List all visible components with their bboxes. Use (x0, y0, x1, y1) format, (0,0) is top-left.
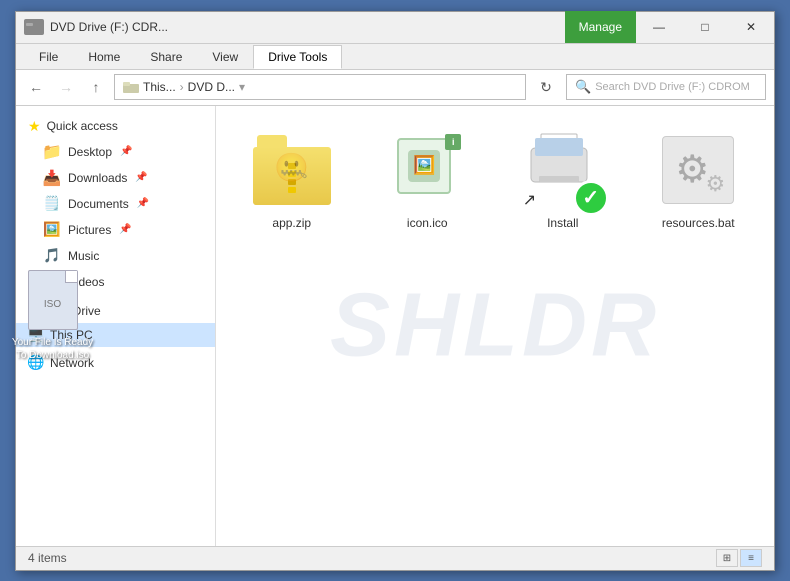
pictures-folder-icon: 🖼️ (44, 222, 60, 238)
sidebar-item-documents[interactable]: 🗒️ Documents 📌 (16, 191, 215, 217)
address-bar: ← → ↑ This... › DVD D... ▾ ↻ 🔍 Search DV… (16, 70, 774, 106)
content-area: SHLDR (216, 106, 774, 546)
view-toggles: ⊞ ≡ (716, 549, 762, 567)
breadcrumb-1[interactable]: This... (143, 80, 176, 94)
search-placeholder: Search DVD Drive (F:) CDROM (595, 81, 750, 93)
iso-file-label: Your File Is Ready To Download.iso (10, 336, 95, 362)
refresh-button[interactable]: ↻ (532, 73, 560, 101)
file-item-appzip[interactable]: 🤐 app.zip (232, 122, 352, 238)
quick-access-icon: ★ (28, 118, 41, 135)
downloads-folder-icon: 📥 (44, 170, 60, 186)
sidebar-music-label: Music (68, 249, 99, 263)
install-filename: Install (547, 216, 578, 230)
back-button[interactable]: ← (24, 75, 48, 99)
sidebar-documents-label: Documents (68, 197, 129, 211)
window-title: DVD Drive (F:) CDR... (50, 20, 168, 34)
desktop-file[interactable]: ISO Your File Is Ready To Download.iso (10, 270, 95, 362)
explorer-window: DVD Drive (F:) CDR... Manage — □ ✕ File … (15, 11, 775, 571)
sidebar-downloads-label: Downloads (68, 171, 127, 185)
iso-file-icon: ISO (28, 270, 78, 330)
breadcrumb-separator: › (180, 80, 184, 94)
gear-small-icon: ⚙ (706, 171, 726, 197)
tab-home[interactable]: Home (73, 45, 135, 69)
pictures-pin-icon: 📌 (119, 224, 131, 235)
view-toggle-grid[interactable]: ⊞ (716, 549, 738, 567)
title-bar: DVD Drive (F:) CDR... Manage — □ ✕ (16, 12, 774, 44)
search-icon: 🔍 (575, 79, 591, 95)
window-controls: — □ ✕ (636, 12, 774, 43)
check-badge-icon: ✓ (573, 180, 609, 216)
install-icon-wrap: ↗ ✓ (523, 130, 603, 210)
maximize-button[interactable]: □ (682, 11, 728, 43)
sidebar-item-music[interactable]: 🎵 Music (16, 243, 215, 269)
file-item-resourcesbat[interactable]: ⚙ ⚙ resources.bat (639, 122, 759, 238)
file-grid: 🤐 app.zip 🖼️ i (232, 122, 758, 238)
printer-icon: ↗ ✓ (523, 130, 603, 210)
appzip-icon-wrap: 🤐 (252, 130, 332, 210)
minimize-button[interactable]: — (636, 11, 682, 43)
sidebar-item-desktop[interactable]: 📁 Desktop 📌 (16, 139, 215, 165)
sidebar-desktop-label: Desktop (68, 145, 112, 159)
sidebar-item-downloads[interactable]: 📥 Downloads 📌 (16, 165, 215, 191)
zip-folder-icon: 🤐 (253, 135, 331, 205)
ico-icon: 🖼️ i (397, 138, 457, 202)
title-bar-left: DVD Drive (F:) CDR... (16, 19, 565, 35)
file-item-install[interactable]: ↗ ✓ (503, 122, 623, 238)
close-button[interactable]: ✕ (728, 11, 774, 43)
resources-icon: ⚙ ⚙ (662, 136, 734, 204)
gear-main-icon: ⚙ (675, 147, 709, 192)
sidebar-item-pictures[interactable]: 🖼️ Pictures 📌 (16, 217, 215, 243)
desktop-folder-icon: 📁 (44, 144, 60, 160)
address-folder-icon (123, 81, 139, 93)
manage-button[interactable]: Manage (565, 11, 636, 43)
tab-file[interactable]: File (24, 45, 73, 69)
documents-pin-icon: 📌 (137, 198, 149, 209)
watermark-text: SHLDR (330, 274, 660, 377)
forward-button[interactable]: → (54, 75, 78, 99)
resourcesbat-filename: resources.bat (662, 216, 735, 230)
tab-drive-tools[interactable]: Drive Tools (253, 45, 342, 69)
status-bar: 4 items ⊞ ≡ (16, 546, 774, 570)
file-item-iconico[interactable]: 🖼️ i icon.ico (368, 122, 488, 238)
quick-access-label: Quick access (47, 119, 118, 133)
breadcrumb-2[interactable]: DVD D... (188, 80, 235, 94)
tab-view[interactable]: View (197, 45, 253, 69)
item-count: 4 items (28, 551, 67, 565)
iconico-filename: icon.ico (407, 216, 448, 230)
shortcut-arrow-icon: ↗ (523, 190, 536, 210)
up-button[interactable]: ↑ (84, 75, 108, 99)
resourcesbat-icon-wrap: ⚙ ⚙ (658, 130, 738, 210)
documents-folder-icon: 🗒️ (44, 196, 60, 212)
desktop-pin-icon: 📌 (120, 146, 132, 157)
ribbon-tabs: File Home Share View Drive Tools (16, 44, 774, 70)
view-toggle-list[interactable]: ≡ (740, 549, 762, 567)
breadcrumb-dropdown[interactable]: ▾ (239, 80, 245, 94)
main-area: ★ Quick access 📁 Desktop 📌 📥 Downloads 📌… (16, 106, 774, 546)
downloads-pin-icon: 📌 (135, 172, 147, 183)
sidebar-pictures-label: Pictures (68, 223, 111, 237)
address-box[interactable]: This... › DVD D... ▾ (114, 74, 526, 100)
appzip-filename: app.zip (272, 216, 311, 230)
sidebar-quick-access[interactable]: ★ Quick access (16, 114, 215, 139)
iconico-icon-wrap: 🖼️ i (387, 130, 467, 210)
tab-share[interactable]: Share (135, 45, 197, 69)
window-icon (24, 19, 44, 35)
music-icon: 🎵 (44, 248, 60, 264)
search-box[interactable]: 🔍 Search DVD Drive (F:) CDROM (566, 74, 766, 100)
